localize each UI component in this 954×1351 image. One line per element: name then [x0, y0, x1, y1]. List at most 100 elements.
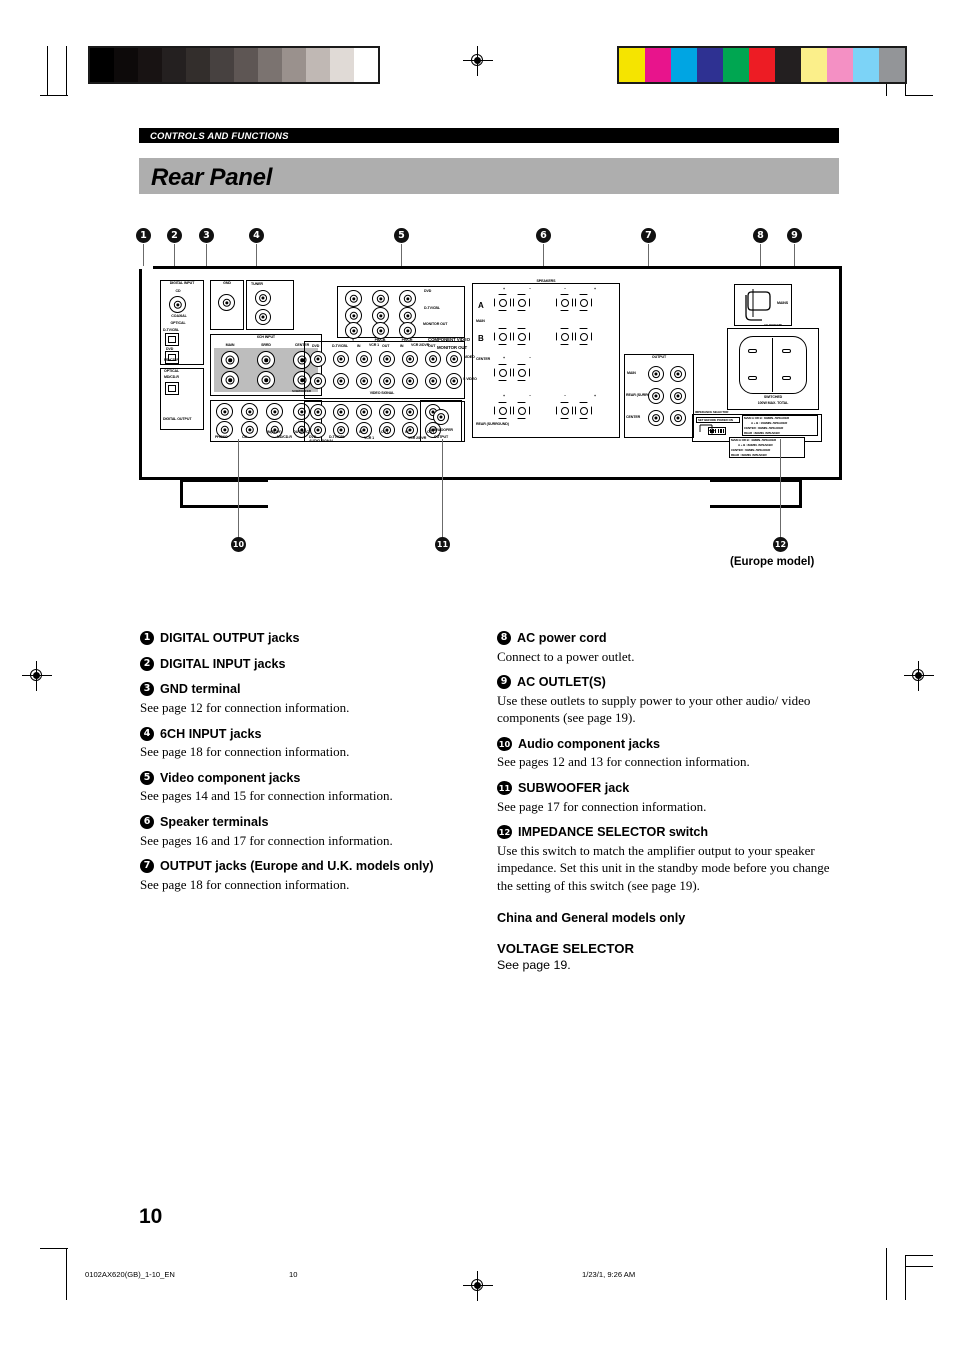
label-aud-vcr1-out: OUT — [381, 430, 389, 434]
jack-subwoofer-output — [433, 409, 449, 425]
description-body-5: See pages 14 and 15 for connection infor… — [140, 788, 393, 804]
label-spk-rear-minus-r: − — [564, 394, 566, 398]
jack-optical-mdcdr-out — [165, 382, 179, 395]
label-impedance-selector: IMPEDANCE SELECTOR — [695, 410, 729, 414]
label-6ch-srrd: SRRD — [261, 343, 271, 347]
description-title-2: DIGITAL INPUT jacks — [160, 656, 286, 671]
colorbar-swatch-4 — [723, 48, 749, 82]
description-body-8: Connect to a power outlet. — [497, 648, 635, 664]
label-6ch-input: 6CH INPUT — [256, 335, 276, 339]
grayscale-swatch-6 — [234, 48, 258, 82]
ac-outlet-slot-4 — [782, 376, 791, 380]
jack-video-vcr2in — [402, 351, 418, 367]
label-vs-dtv: D-TV/CBL — [332, 344, 348, 348]
grayscale-swatch-0 — [90, 48, 114, 82]
jack-cd-l — [241, 403, 258, 420]
models-note-heading: China and General models only — [497, 910, 686, 925]
chassis-foot-right3 — [710, 505, 802, 508]
description-body-6: See pages 16 and 17 for connection infor… — [140, 832, 393, 848]
leader-12 — [780, 439, 781, 538]
description-number-badge-1: 1 — [140, 631, 154, 645]
descriptions-right-column: 8 AC power cord Connect to a power outlet.… — [497, 630, 847, 974]
color-control-strip — [617, 46, 907, 84]
jack-tuner-right — [255, 309, 271, 325]
description-body-7: See page 18 for connection information. — [140, 876, 350, 892]
description-title-5: Video component jacks — [160, 770, 301, 785]
label-di-coaxial: COAXIAL — [171, 314, 187, 318]
colorbar-swatch-8 — [827, 48, 853, 82]
imp-upper-row4: REAR : 8ΩMIN. /SPEAKER — [744, 430, 780, 435]
jack-svideo-vcr2in — [402, 373, 418, 389]
description-heading-10: 10 Audio component jacks — [497, 736, 847, 753]
description-heading-8: 8 AC power cord — [497, 630, 847, 647]
label-spk-a-minus-l: − — [529, 287, 531, 291]
description-number-badge-5: 5 — [140, 770, 154, 785]
callout-2: 2 — [167, 228, 182, 243]
label-set-before-power: SET BEFORE POWER ON — [698, 417, 733, 422]
jack-aud-dvd-l — [310, 404, 326, 420]
description-body-4: See page 18 for connection information. — [140, 744, 350, 760]
crop-mark-top-left-h — [40, 95, 68, 97]
jack-comp-dvd-pb — [372, 290, 389, 307]
chassis-foot-right2 — [799, 479, 802, 508]
label-switched: SWITCHED — [763, 395, 783, 399]
callout-12: 12 — [773, 537, 788, 552]
grayscale-swatch-1 — [114, 48, 138, 82]
speakers-block — [472, 283, 620, 438]
label-aud-vcr1-in: IN — [359, 430, 363, 434]
label-out-main: MAIN — [627, 371, 636, 375]
grayscale-swatch-8 — [282, 48, 306, 82]
tuner-block — [246, 280, 294, 330]
footer-file-id: 0102AX620(GB)_1-10_EN — [85, 1270, 175, 1279]
label-comp-monitor-out: MONITOR OUT — [423, 322, 448, 326]
grayscale-swatch-7 — [258, 48, 282, 82]
jack-6ch-main-r — [221, 371, 239, 389]
crop-mark-bottom-right-v2 — [905, 1255, 907, 1300]
description-number-badge-9: 9 — [497, 675, 511, 690]
grayscale-swatch-9 — [306, 48, 330, 82]
crop-mark-bottom-right-v — [886, 1248, 888, 1300]
jack-comp-dvd-y — [345, 290, 362, 307]
label-spk-a: A — [478, 301, 484, 310]
label-mains: MAINS — [777, 301, 789, 305]
description-heading-3: 3 GND terminal — [140, 681, 485, 698]
label-out-center: CENTER — [626, 415, 641, 419]
label-di-cd: CD — [175, 289, 181, 293]
jack-svideo-dtv — [333, 373, 349, 389]
jack-optical-dtvcbl — [165, 333, 179, 346]
label-subwoofer-output: OUTPUT — [433, 435, 449, 439]
chassis-foot-right — [710, 479, 802, 482]
description-heading-5: 5 Video component jacks — [140, 770, 485, 787]
description-heading-6: 6 Speaker terminals — [140, 814, 485, 831]
callout-10: 10 — [231, 537, 246, 552]
label-sub-woofer: SUB WOOFER — [429, 428, 453, 432]
jack-mdcdr-in-l — [266, 403, 283, 420]
label-digital-input: DIGITAL INPUT — [169, 281, 195, 285]
callout-3: 3 — [199, 228, 214, 243]
jack-svideo-vcr1in — [356, 373, 372, 389]
description-title-12: IMPEDANCE SELECTOR switch — [518, 824, 709, 839]
description-entry-10: 10 Audio component jacks See pages 12 and … — [497, 736, 847, 771]
imp-upper-row1: MAIN A OR B : 8ΩMIN. /SPEAKER — [744, 415, 790, 420]
label-di-mdcdr: MD/CD-R — [164, 358, 179, 362]
jack-video-dvd — [310, 351, 326, 367]
colorbar-swatch-1 — [645, 48, 671, 82]
crop-mark-bottom-right-h2 — [905, 1266, 933, 1268]
description-number-badge-7: 7 — [140, 859, 154, 874]
description-heading-9: 9 AC OUTLET(S) — [497, 674, 847, 691]
voltage-selector-heading: VOLTAGE SELECTOR — [497, 940, 635, 956]
page-title: Rear Panel — [139, 158, 839, 194]
imp-lower-row2: A + B : 8ΩMIN. /SPEAKER — [738, 442, 773, 447]
description-heading-1: 1 DIGITAL OUTPUT jacks — [140, 630, 485, 647]
label-audio-signal: AUDIO SIGNAL — [309, 439, 334, 443]
registration-mark-top-center — [463, 46, 493, 76]
colorbar-swatch-6 — [775, 48, 801, 82]
description-heading-4: 4 6CH INPUT jacks — [140, 726, 485, 743]
label-watt-max: 100W MAX. TOTAL — [757, 401, 789, 405]
description-body-10: See pages 12 and 13 for connection infor… — [497, 754, 750, 770]
grayscale-swatch-2 — [138, 48, 162, 82]
description-title-10: Audio component jacks — [518, 736, 661, 751]
callout-9: 9 — [787, 228, 802, 243]
label-spk-a-minus-r: − — [564, 287, 566, 291]
label-vs-vcr2out: OUT — [428, 344, 436, 348]
